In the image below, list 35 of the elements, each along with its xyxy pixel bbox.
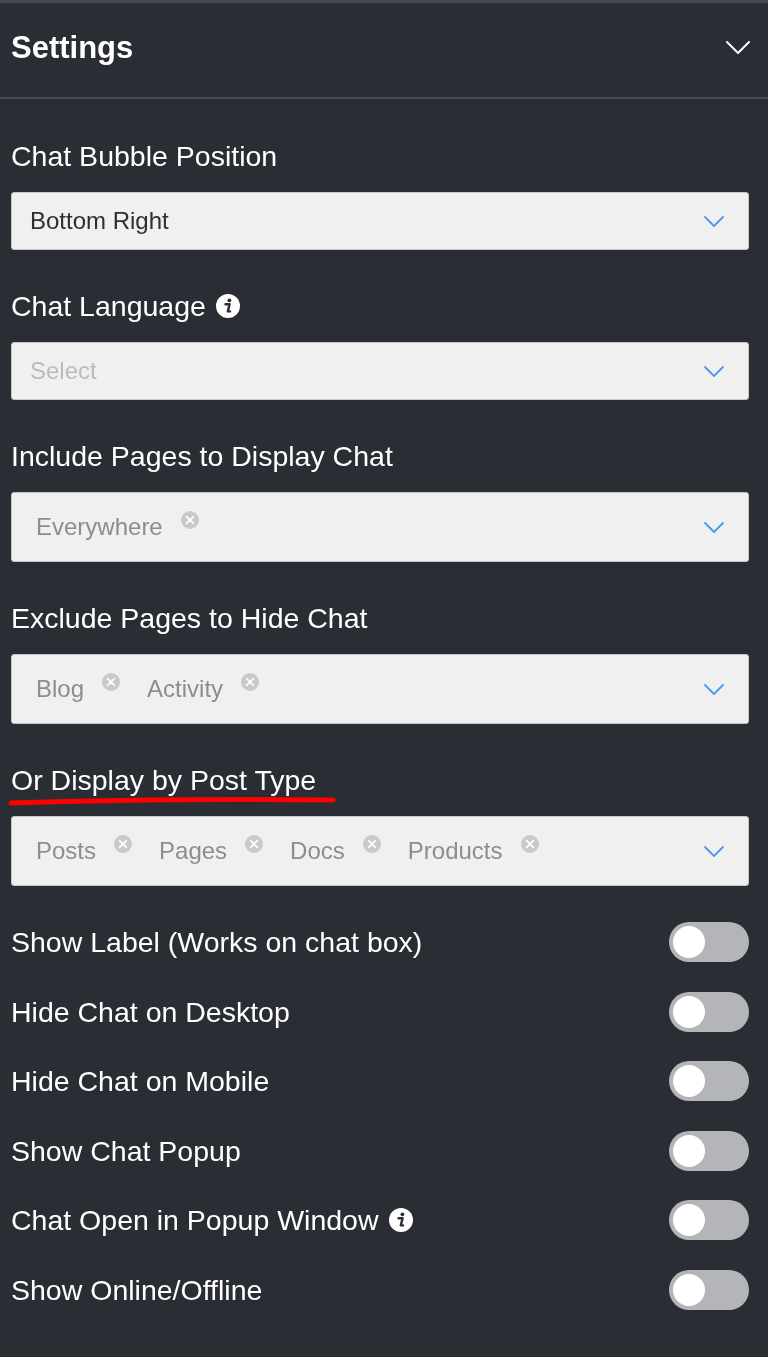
- select-field[interactable]: Bottom Right: [11, 192, 749, 250]
- chevron-down-icon: [704, 365, 724, 377]
- toggle-label: Hide Chat on Desktop: [11, 994, 290, 1029]
- toggle-label: Chat Open in Popup Window: [11, 1203, 379, 1237]
- toggle-label: Show Label (Works on chat box): [11, 925, 423, 959]
- multiselect-field[interactable]: Everywhere: [11, 492, 749, 562]
- field-label: Chat Language: [11, 289, 206, 323]
- toggle-label: Show Chat Popup: [11, 1133, 241, 1168]
- toggle-label: Show Online/Offline: [11, 1272, 263, 1307]
- chevron-down-icon[interactable]: [726, 41, 750, 55]
- chevron-down-icon: [704, 215, 724, 227]
- chevron-down-icon: [704, 683, 724, 695]
- toggle-label: Hide Chat on Mobile: [11, 1064, 270, 1098]
- toggle-switch[interactable]: [669, 1200, 749, 1240]
- tag-label: Products: [407, 836, 503, 866]
- tag-label: Blog: [36, 674, 85, 704]
- tag-label: Docs: [290, 836, 345, 866]
- tag-label: Activity: [147, 674, 224, 704]
- field-label: Exclude Pages to Hide Chat: [11, 601, 368, 635]
- chevron-down-icon: [704, 521, 724, 533]
- field-label: Or Display by Post Type: [11, 763, 317, 797]
- field-label: Chat Bubble Position: [11, 139, 278, 173]
- toggle-switch[interactable]: [669, 1269, 749, 1310]
- toggle-switch[interactable]: [669, 991, 749, 1032]
- tag-label: Posts: [36, 836, 97, 866]
- field-label: Include Pages to Display Chat: [11, 439, 393, 473]
- chevron-down-icon: [704, 845, 724, 857]
- toggle-switch[interactable]: [669, 922, 749, 962]
- tag-label: Everywhere: [36, 512, 163, 542]
- info-icon[interactable]: [215, 294, 240, 318]
- info-icon[interactable]: [388, 1208, 413, 1232]
- toggle-switch[interactable]: [669, 1130, 749, 1171]
- toggle-switch[interactable]: [669, 1061, 749, 1101]
- settings-title: Settings: [11, 30, 134, 66]
- tag-label: Pages: [159, 836, 228, 866]
